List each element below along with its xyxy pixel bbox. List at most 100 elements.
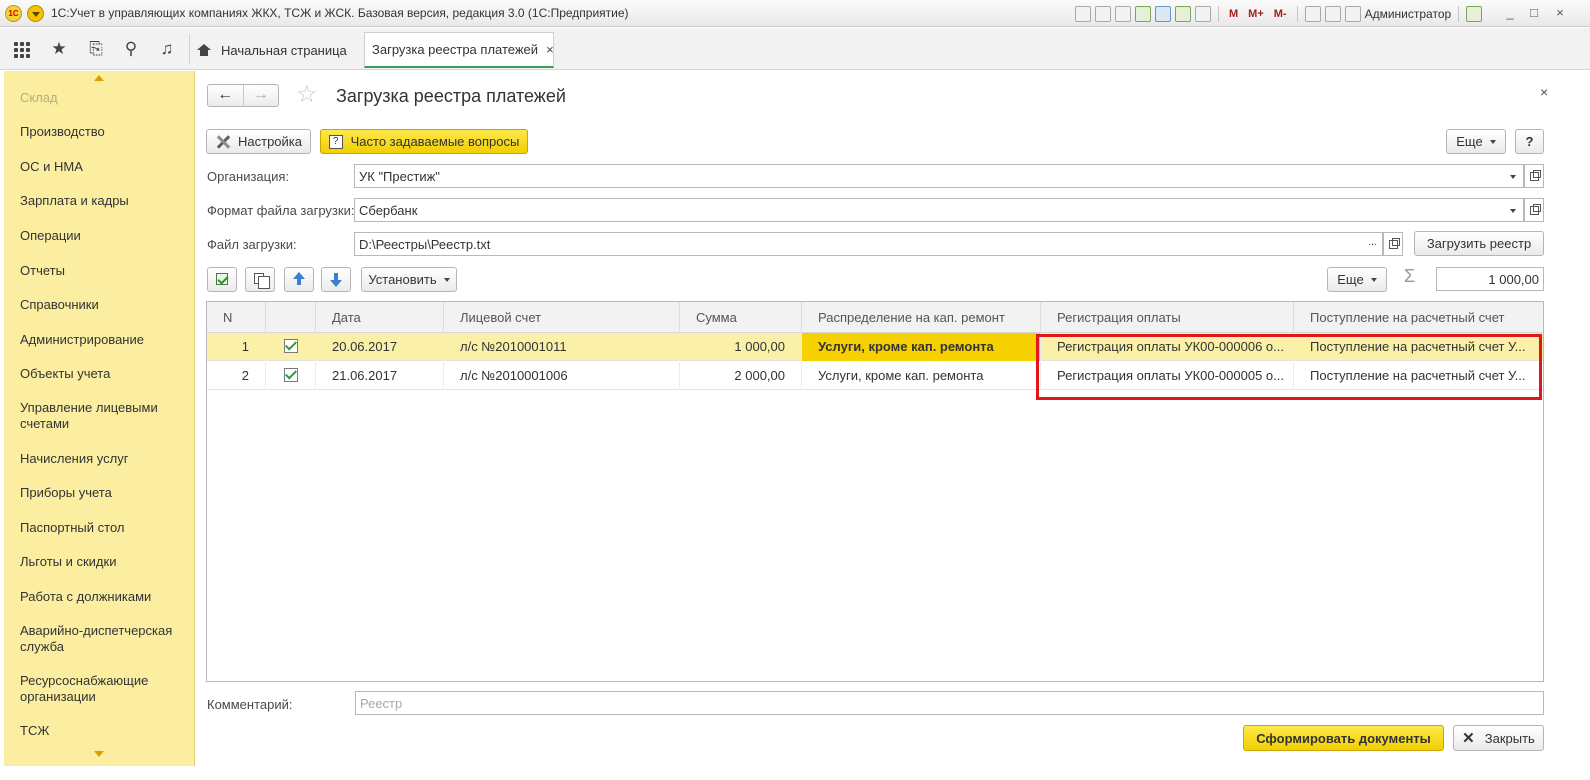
close-button[interactable]: ✕ Закрыть: [1453, 725, 1544, 751]
search-icon[interactable]: ⚲: [120, 38, 142, 60]
favorite-star-icon[interactable]: ☆: [296, 82, 318, 108]
scroll-up-icon[interactable]: [94, 75, 104, 81]
calendar-icon[interactable]: [1195, 5, 1211, 22]
sidebar-item-personal-accounts[interactable]: Управление лицевыми счетами: [20, 400, 190, 432]
sidebar-item-emergency[interactable]: Аварийно-диспетчерская служба: [20, 623, 190, 655]
sidebar-item-catalogs[interactable]: Справочники: [20, 297, 190, 313]
move-up-button[interactable]: [284, 267, 314, 292]
file-select-button[interactable]: ...: [1363, 232, 1383, 256]
sidebar-item-objects[interactable]: Объекты учета: [20, 366, 190, 382]
column-header-check[interactable]: [266, 302, 316, 333]
print-icon[interactable]: [1095, 5, 1111, 22]
row-checkbox[interactable]: [284, 368, 298, 382]
file-open-icon[interactable]: [1383, 232, 1403, 256]
tab-payment-registry[interactable]: Загрузка реестра платежей ×: [364, 32, 554, 68]
attach-icon[interactable]: [1135, 5, 1151, 22]
memory-button[interactable]: M: [1226, 8, 1241, 20]
main-menu-icon[interactable]: [27, 5, 44, 22]
back-button[interactable]: ←: [208, 85, 243, 106]
check-all-button[interactable]: [207, 267, 237, 292]
organization-dropdown-icon[interactable]: [1504, 164, 1524, 188]
format-open-icon[interactable]: [1524, 198, 1544, 222]
sidebar-item-service-charges[interactable]: Начисления услуг: [20, 451, 190, 467]
file-path-field[interactable]: D:\Реестры\Реестр.txt: [354, 232, 1364, 256]
apps-grid-icon[interactable]: [14, 42, 30, 58]
help-button[interactable]: ?: [1515, 129, 1544, 154]
memory-minus-button[interactable]: M-: [1271, 8, 1290, 20]
maximize-button[interactable]: □: [1526, 6, 1542, 20]
row-date: 21.06.2017: [316, 362, 444, 390]
set-button[interactable]: Установить: [361, 267, 457, 292]
sidebar-item-administration[interactable]: Администрирование: [20, 332, 190, 348]
tab-close-icon[interactable]: ×: [546, 42, 554, 57]
sidebar-item-salary[interactable]: Зарплата и кадры: [20, 193, 190, 209]
zoom-icon[interactable]: [1304, 5, 1321, 22]
star-icon[interactable]: ★: [48, 38, 70, 60]
sidebar-item-fixed-assets[interactable]: ОС и НМА: [20, 159, 190, 175]
sidebar-item-warehouse[interactable]: Склад: [20, 90, 190, 106]
preview-icon[interactable]: [1115, 5, 1131, 22]
generate-documents-button[interactable]: Сформировать документы: [1243, 725, 1444, 751]
row-checkbox[interactable]: [284, 339, 298, 353]
move-down-button[interactable]: [321, 267, 351, 292]
row-receipt[interactable]: Поступление на расчетный счет У...: [1294, 362, 1543, 390]
column-header-receipt[interactable]: Поступление на расчетный счет: [1294, 302, 1543, 333]
uncheck-all-button[interactable]: [245, 267, 275, 292]
minimize-button[interactable]: _: [1502, 6, 1518, 20]
info-icon[interactable]: [1466, 5, 1483, 22]
table-row[interactable]: 2 21.06.2017 л/с №2010001006 2 000,00 Ус…: [207, 362, 1543, 390]
column-header-registration[interactable]: Регистрация оплаты: [1041, 302, 1294, 333]
table-more-button-label: Еще: [1337, 272, 1364, 287]
save-icon[interactable]: [1075, 5, 1091, 22]
scroll-down-icon[interactable]: [94, 751, 104, 757]
sidebar-item-reports[interactable]: Отчеты: [20, 263, 190, 279]
format-dropdown-icon[interactable]: [1504, 198, 1524, 222]
table-row[interactable]: 1 20.06.2017 л/с №2010001011 1 000,00 Ус…: [207, 333, 1543, 361]
column-header-distribution[interactable]: Распределение на кап. ремонт: [802, 302, 1041, 333]
row-distribution[interactable]: Услуги, кроме кап. ремонта: [802, 362, 1041, 390]
sidebar-item-resource-suppliers[interactable]: Ресурсоснабжающие организации: [20, 673, 190, 705]
sidebar-item-benefits[interactable]: Льготы и скидки: [20, 554, 190, 570]
close-window-button[interactable]: ×: [1552, 6, 1568, 20]
row-registration[interactable]: Регистрация оплаты УК00-000006 о...: [1041, 333, 1294, 361]
payments-table[interactable]: N Дата Лицевой счет Сумма Распределение …: [206, 301, 1544, 682]
column-header-n[interactable]: N: [207, 302, 266, 333]
memory-plus-button[interactable]: M+: [1245, 8, 1267, 20]
organization-open-icon[interactable]: [1524, 164, 1544, 188]
panel-icon[interactable]: [1324, 5, 1341, 22]
sidebar-item-debtors[interactable]: Работа с должниками: [20, 589, 190, 605]
form-close-icon[interactable]: ×: [1540, 84, 1548, 100]
forward-button[interactable]: →: [242, 85, 279, 106]
faq-button-label: Часто задаваемые вопросы: [350, 134, 520, 149]
column-header-account[interactable]: Лицевой счет: [444, 302, 680, 333]
current-user[interactable]: Администратор: [1365, 7, 1452, 21]
column-header-date[interactable]: Дата: [316, 302, 444, 333]
sidebar-item-production[interactable]: Производство: [20, 124, 190, 140]
tab-home[interactable]: Начальная страница: [197, 32, 347, 68]
load-registry-button[interactable]: Загрузить реестр: [1414, 231, 1544, 256]
row-account: л/с №2010001011: [444, 333, 680, 361]
format-field[interactable]: Сбербанк: [354, 198, 1505, 222]
more-button[interactable]: Еще: [1446, 129, 1506, 154]
column-header-sum[interactable]: Сумма: [680, 302, 802, 333]
row-receipt[interactable]: Поступление на расчетный счет У...: [1294, 333, 1543, 361]
table-more-button[interactable]: Еще: [1327, 267, 1387, 292]
row-distribution[interactable]: Услуги, кроме кап. ремонта: [802, 333, 1041, 361]
settings-button[interactable]: Настройка: [206, 129, 311, 154]
sidebar-item-hoa[interactable]: ТСЖ: [20, 723, 190, 739]
tab-payment-registry-label: Загрузка реестра платежей: [372, 42, 539, 57]
organization-field[interactable]: УК "Престиж": [354, 164, 1505, 188]
history-icon[interactable]: ⎘: [85, 38, 107, 60]
comment-field[interactable]: Реестр: [355, 691, 1544, 715]
sidebar-item-meters[interactable]: Приборы учета: [20, 485, 190, 501]
faq-button[interactable]: ? Часто задаваемые вопросы: [320, 129, 528, 154]
chevron-down-icon: [1489, 139, 1496, 144]
status-strip: [0, 766, 1590, 780]
row-registration[interactable]: Регистрация оплаты УК00-000005 о...: [1041, 362, 1294, 390]
bell-icon[interactable]: ♫: [156, 38, 178, 60]
more-button-label: Еще: [1456, 134, 1483, 149]
link-icon[interactable]: [1155, 5, 1171, 22]
calculator-icon[interactable]: [1175, 5, 1191, 22]
sidebar-item-operations[interactable]: Операции: [20, 228, 190, 244]
sidebar-item-passport-office[interactable]: Паспортный стол: [20, 520, 190, 536]
